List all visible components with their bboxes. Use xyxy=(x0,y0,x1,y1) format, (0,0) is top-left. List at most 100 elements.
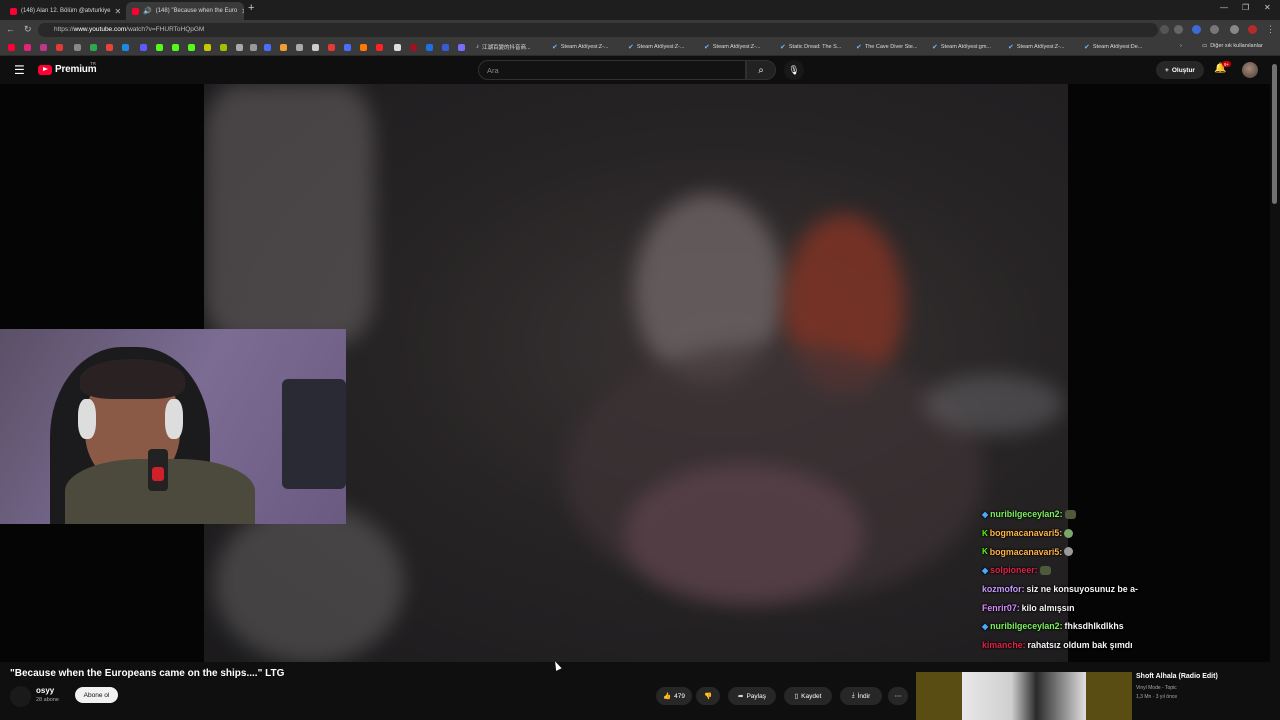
search-button[interactable]: ⌕ xyxy=(746,60,776,80)
bookmark-favicon-icon[interactable] xyxy=(122,44,129,51)
speaker-icon[interactable]: 🔊 xyxy=(143,7,152,15)
youtube-premium-logo[interactable]: Premium xyxy=(38,64,97,75)
reload-icon[interactable]: ↻ xyxy=(24,24,32,35)
close-icon[interactable]: ✕ xyxy=(241,7,244,16)
hamburger-menu-icon[interactable]: ☰ xyxy=(14,63,25,77)
bookmark-item[interactable]: ✔ Steam Atölyesi:Z-... xyxy=(704,43,761,51)
back-arrow-icon[interactable]: ← xyxy=(6,24,15,34)
blurred-hands xyxy=(624,464,864,604)
extension-icon[interactable] xyxy=(1230,25,1239,34)
bookmark-favicon-icon[interactable] xyxy=(394,44,401,51)
bookmark-favicon-icon[interactable] xyxy=(188,44,195,51)
bookmark-favicon-icon[interactable] xyxy=(56,44,63,51)
bookmark-favicon-icon[interactable] xyxy=(280,44,287,51)
bookmark-favicon-icon[interactable] xyxy=(250,44,257,51)
recommendation-meta: 1,3 Mn · 3 yıl önce xyxy=(1136,694,1178,700)
extension-icon[interactable] xyxy=(1192,25,1201,34)
bookmark-favicon-icon[interactable] xyxy=(236,44,243,51)
bookmark-favicon-icon[interactable] xyxy=(74,44,81,51)
bookmark-favicon-icon[interactable] xyxy=(458,44,465,51)
video-player[interactable]: ◆ nuribilgeceylan2: K bogmacanavari5: K … xyxy=(0,84,1270,662)
album-art-image xyxy=(962,672,1086,720)
blurred-fan xyxy=(214,504,404,662)
bookmark-favicon-icon[interactable] xyxy=(376,44,383,51)
bookmark-item[interactable]: ✔ Steam Atölyesi:gm... xyxy=(932,43,991,51)
bookmarks-overflow-chevron-icon[interactable]: › xyxy=(1180,43,1182,49)
bookmark-favicon-icon[interactable] xyxy=(360,44,367,51)
steam-check-icon: ✔ xyxy=(780,44,786,51)
region-code: TR xyxy=(90,61,96,66)
scrollbar-thumb[interactable] xyxy=(1272,64,1277,204)
bookmark-favicon-icon[interactable] xyxy=(172,44,179,51)
chat-username: bogmacanavari5: xyxy=(989,546,1063,557)
chat-message: kozmofor: siz ne konsuyosunuz be a- xyxy=(982,580,1222,599)
youtube-favicon-icon xyxy=(132,7,139,15)
share-arrow-icon: ➦ xyxy=(738,693,744,700)
channel-name[interactable]: osyy xyxy=(36,686,54,695)
share-button[interactable]: ➦ Paylaş xyxy=(728,687,776,705)
chat-username: solpioneer: xyxy=(990,565,1038,576)
bookmark-favicon-icon[interactable] xyxy=(426,44,433,51)
like-button[interactable]: 👍 479 xyxy=(656,687,692,705)
bookmark-favicon-icon[interactable] xyxy=(156,44,163,51)
chat-text: kilo almışsın xyxy=(1021,602,1075,613)
bookmark-favicon-icon[interactable] xyxy=(40,44,47,51)
extension-icon[interactable] xyxy=(1210,25,1219,34)
browser-tab-2[interactable]: 🔊 (148) "Because when the Euro ✕ xyxy=(126,2,244,20)
search-input[interactable] xyxy=(479,61,745,79)
chat-message: ◆ nuribilgeceylan2: xyxy=(982,505,1222,524)
bookmark-favicon-icon[interactable] xyxy=(410,44,417,51)
extension-icon[interactable] xyxy=(1160,25,1169,34)
close-icon[interactable]: ✕ xyxy=(114,7,121,16)
microphone-icon: 🎙 xyxy=(788,64,800,75)
more-icon[interactable]: ⋮ xyxy=(1266,24,1275,35)
bookmark-favicon-icon[interactable] xyxy=(8,44,15,51)
bookmark-favicon-icon[interactable] xyxy=(220,44,227,51)
chat-username: nuribilgeceylan2: xyxy=(990,509,1063,520)
bookmark-item[interactable]: ✔ Steam Atölyesi:Z-... xyxy=(1008,43,1065,51)
bookmark-favicon-icon[interactable] xyxy=(344,44,351,51)
download-button[interactable]: ⤓ İndir xyxy=(840,687,882,705)
bookmark-favicon-icon[interactable] xyxy=(328,44,335,51)
profile-icon[interactable] xyxy=(1248,25,1257,34)
dislike-button[interactable]: 👎 xyxy=(696,687,720,705)
create-button[interactable]: + Oluştur xyxy=(1156,61,1204,79)
headphones-right xyxy=(165,399,183,439)
page-scrollbar[interactable] xyxy=(1270,56,1280,720)
minimize-icon[interactable]: — xyxy=(1220,3,1228,12)
bookmark-favicon-icon[interactable] xyxy=(312,44,319,51)
star-icon[interactable] xyxy=(1174,25,1183,34)
channel-avatar[interactable] xyxy=(10,686,31,707)
bookmark-item[interactable]: ✔ Steam Atölyesi:De... xyxy=(1084,43,1142,51)
subscribe-button[interactable]: Abone ol xyxy=(75,687,118,703)
tiktok-icon: ♪ xyxy=(476,44,479,50)
close-window-icon[interactable]: ✕ xyxy=(1264,3,1271,12)
bookmark-item[interactable]: ♪ 江湖百變的抖音商... xyxy=(476,43,531,51)
bookmark-favicon-icon[interactable] xyxy=(24,44,31,51)
bookmark-favicon-icon[interactable] xyxy=(442,44,449,51)
bookmark-favicon-icon[interactable] xyxy=(296,44,303,51)
save-button[interactable]: ▯ Kaydet xyxy=(784,687,832,705)
browser-tab-1[interactable]: (148) Alan 12. Bölüm @atvturkiye ✕ xyxy=(4,2,124,20)
url-field[interactable]: https://www.youtube.com/watch?v=FHURToHQ… xyxy=(38,23,1158,37)
new-tab-plus-icon[interactable]: + xyxy=(248,2,254,14)
account-avatar[interactable] xyxy=(1242,62,1258,78)
kick-k-icon: K xyxy=(982,528,988,538)
voice-search-button[interactable]: 🎙 xyxy=(784,60,804,80)
bookmark-favicon-icon[interactable] xyxy=(106,44,113,51)
bookmark-item[interactable]: ✔ Steam Atölyesi:Z-... xyxy=(552,43,609,51)
recommendation-title[interactable]: Shoft Alhala (Radio Edit) xyxy=(1136,673,1218,680)
bookmark-item[interactable]: ✔ The Cave Diver Ste... xyxy=(856,43,917,51)
chat-username: kimanche: xyxy=(982,640,1026,651)
bookmark-favicon-icon[interactable] xyxy=(140,44,147,51)
bookmark-item[interactable]: ✔ Steam Atölyesi:Z-... xyxy=(628,43,685,51)
maximize-icon[interactable]: ❐ xyxy=(1242,3,1249,12)
bookmark-favicon-icon[interactable] xyxy=(264,44,271,51)
bookmark-favicon-icon[interactable] xyxy=(90,44,97,51)
youtube-favicon-icon xyxy=(10,7,17,15)
other-bookmarks[interactable]: ▭ Diğer sık kullanılanlar xyxy=(1202,43,1263,49)
recommendation-thumbnail[interactable] xyxy=(916,672,1132,720)
bookmark-favicon-icon[interactable] xyxy=(204,44,211,51)
bookmark-item[interactable]: ✔ Static Dread: The S... xyxy=(780,43,841,51)
more-actions-button[interactable]: ⋯ xyxy=(888,687,908,705)
